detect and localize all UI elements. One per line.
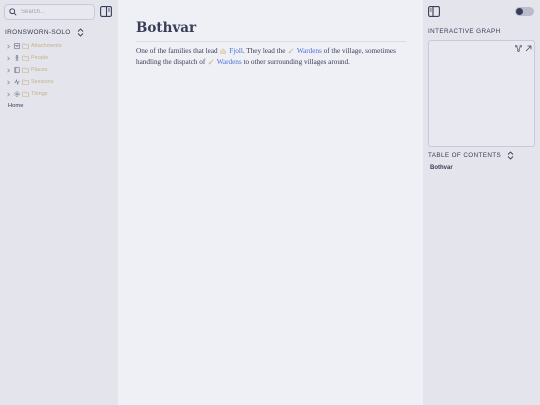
- folder-icon: [22, 91, 29, 97]
- right-sidebar-toggle-button[interactable]: [428, 6, 440, 17]
- toc-item-bothvar[interactable]: Bothvar: [430, 165, 453, 171]
- toggle-knob: [516, 8, 523, 15]
- interactive-graph[interactable]: [428, 40, 535, 147]
- note-link-fjoll[interactable]: Fjoll: [229, 47, 243, 55]
- sword-icon: [288, 48, 294, 54]
- search-input[interactable]: [21, 9, 91, 15]
- toc-heading[interactable]: TABLE OF CONTENTS: [428, 151, 514, 160]
- chevron-up-down-icon: [77, 27, 83, 37]
- graph-settings-icon[interactable]: [515, 45, 522, 52]
- book-icon: [14, 67, 20, 73]
- tree-item-label: Sessions: [31, 79, 54, 85]
- tree-item-label: People: [31, 55, 49, 61]
- note-text: . They lead the: [242, 47, 286, 55]
- folder-icon: [22, 43, 29, 49]
- file-tree: Attachments People Places Sessions Thing…: [6, 40, 114, 112]
- note-link-wardens[interactable]: Wardens: [297, 47, 322, 55]
- tree-item-label: Home: [8, 103, 24, 109]
- title-divider: [136, 41, 406, 42]
- graph-heading: INTERACTIVE GRAPH: [428, 28, 501, 35]
- chevron-right-icon: [7, 80, 11, 84]
- chevron-right-icon: [7, 92, 11, 96]
- tree-item-attachments[interactable]: Attachments: [6, 40, 114, 52]
- vault-name: IRONSWORN-SOLO: [5, 28, 71, 36]
- sword-icon: [208, 59, 214, 65]
- tree-item-places[interactable]: Places: [6, 64, 114, 76]
- note-text: One of the families that lead: [136, 47, 218, 55]
- toc-heading-label: TABLE OF CONTENTS: [428, 152, 502, 159]
- chevron-right-icon: [7, 44, 11, 48]
- archive-icon: [14, 43, 20, 49]
- note-link-wardens-2[interactable]: Wardens: [217, 58, 242, 66]
- tree-item-people[interactable]: People: [6, 52, 114, 64]
- left-sidebar: IRONSWORN-SOLO Attachments People Places: [0, 0, 118, 405]
- folder-icon: [22, 55, 29, 61]
- note-title: Bothvar: [136, 20, 197, 36]
- sidebar-panel-icon: [100, 6, 112, 17]
- tree-item-label: Things: [31, 91, 48, 97]
- vault-switcher[interactable]: IRONSWORN-SOLO: [5, 27, 84, 37]
- right-sidebar: INTERACTIVE GRAPH TABLE OF CONTENTS Both…: [423, 0, 540, 405]
- gear-icon: [14, 91, 20, 97]
- sidebar-panel-icon: [428, 6, 440, 17]
- house-icon: [220, 48, 227, 54]
- tree-item-label: Places: [31, 67, 48, 73]
- tree-item-sessions[interactable]: Sessions: [6, 76, 114, 88]
- activity-icon: [14, 79, 20, 85]
- chevron-up-down-icon: [507, 151, 514, 160]
- note-paragraph: One of the families that lead Fjoll. The…: [136, 46, 406, 68]
- note-text: to other surrounding villages around.: [243, 58, 350, 66]
- tree-item-label: Attachments: [31, 43, 62, 49]
- expand-icon[interactable]: [525, 45, 532, 52]
- chevron-right-icon: [7, 56, 11, 60]
- tree-item-things[interactable]: Things: [6, 88, 114, 100]
- folder-icon: [22, 67, 29, 73]
- sidebar-toggle-button[interactable]: [100, 6, 112, 17]
- folder-icon: [22, 79, 29, 85]
- search-box[interactable]: [4, 4, 95, 20]
- search-icon: [9, 8, 17, 16]
- chevron-right-icon: [7, 68, 11, 72]
- theme-toggle[interactable]: [515, 7, 534, 16]
- tree-item-home[interactable]: Home: [6, 100, 114, 112]
- note-editor: Bothvar One of the families that lead Fj…: [118, 0, 423, 405]
- person-icon: [15, 55, 19, 61]
